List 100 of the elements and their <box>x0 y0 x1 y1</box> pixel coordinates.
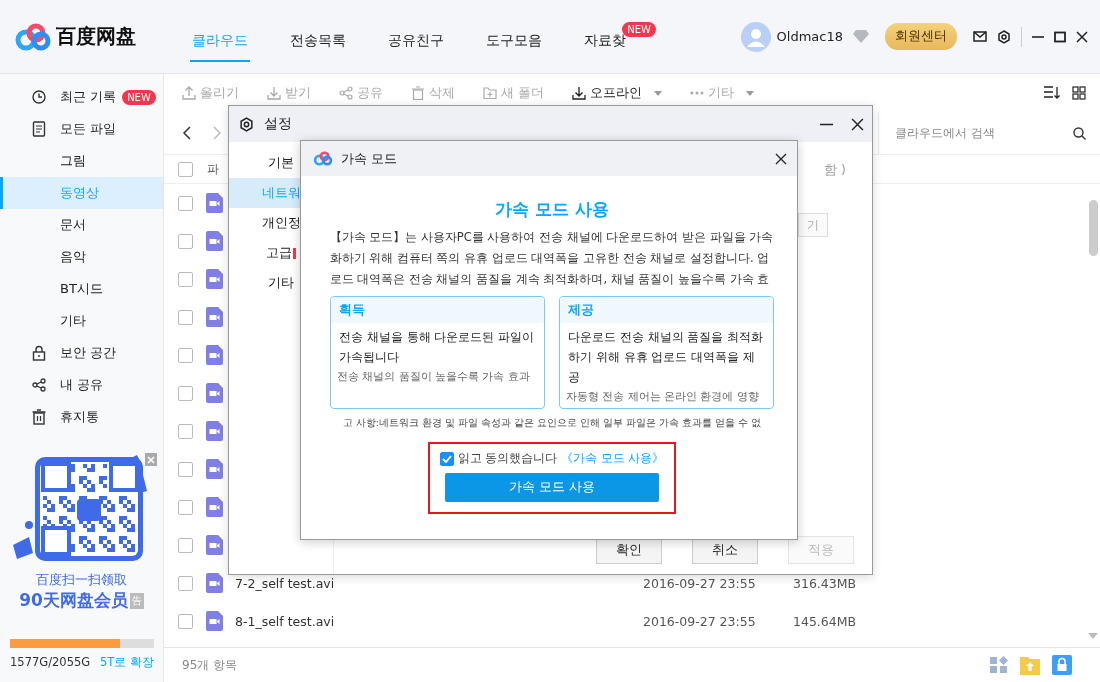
document-icon <box>31 121 47 137</box>
checkbox[interactable] <box>178 537 193 553</box>
video-file-icon <box>206 307 223 327</box>
checkbox[interactable] <box>178 499 193 515</box>
lock-icon[interactable] <box>1052 655 1072 675</box>
download-icon <box>267 86 281 100</box>
toolbar-button[interactable]: 오프라인 <box>572 84 662 102</box>
upload-folder-icon[interactable] <box>1020 655 1040 675</box>
more-icon <box>690 91 704 95</box>
mail-icon[interactable] <box>973 31 987 42</box>
file-name: 8-1_self test.avi <box>235 613 336 629</box>
checkbox[interactable] <box>178 461 193 477</box>
back-icon[interactable] <box>182 126 192 140</box>
sidebar-item[interactable]: 휴지통 <box>0 401 163 433</box>
sort-icon[interactable] <box>1044 86 1060 99</box>
card-title: 획득 <box>331 297 544 323</box>
sidebar-item[interactable]: 문서 <box>0 209 163 241</box>
folder-plus-icon <box>483 86 497 100</box>
dialog-heading: 가속 모드 사용 <box>495 198 609 221</box>
sidebar-item[interactable]: 음악 <box>0 241 163 273</box>
file-name: 7-2_self test.avi <box>235 575 336 591</box>
card-note: 전송 채널의 품질이 높을수록 가속 효과 <box>336 369 531 384</box>
new-badge: NEW <box>122 89 156 105</box>
diamond-icon <box>853 30 869 43</box>
nav-tab[interactable]: 도구모음 <box>484 25 544 62</box>
lock-icon <box>31 345 47 361</box>
nav-tab[interactable]: 공유친구 <box>386 25 446 62</box>
sidebar-item[interactable]: BT시드 <box>0 273 163 305</box>
video-file-icon <box>206 193 223 213</box>
video-file-icon <box>206 573 223 593</box>
video-file-icon <box>206 231 223 251</box>
checkbox[interactable] <box>178 161 193 177</box>
storage-usage: 1577G/2055G <box>10 655 91 670</box>
sidebar-item[interactable]: 모든 파일 <box>0 113 163 145</box>
close-button[interactable] <box>144 453 157 466</box>
scroll-down-icon[interactable] <box>1088 633 1098 639</box>
promo-text: 百度扫一扫领取 <box>36 571 127 589</box>
video-file-icon <box>206 383 223 403</box>
user-name[interactable]: Oldmac18 <box>776 29 843 44</box>
agree-checkbox[interactable] <box>439 451 454 466</box>
modified-date: 2016-09-27 23:55 <box>643 613 757 629</box>
close-icon[interactable] <box>775 152 787 165</box>
settings-icon <box>239 116 254 132</box>
sidebar-item[interactable]: 그림 <box>0 145 163 177</box>
sidebar-item[interactable]: 보안 공간 <box>0 337 163 369</box>
member-center-button[interactable]: 회원센터 <box>885 23 957 50</box>
setting-text: 함 ) <box>824 162 846 179</box>
apps-icon[interactable] <box>990 656 1008 674</box>
forward-icon[interactable] <box>212 126 222 140</box>
description-text: 【가속 모드】는 사용자PC를 사용하여 전송 채널에 다운로드하여 받은 파일을 가속화하기 위해 컴퓨터 쪽의 유휴 업로드 대역폭을 고유한 전송 채널로 설정합니다. 업로드 대역폭은 전송 채널의 품질을 계속 최적화하며, 채널 품질이 높을수록 가속 효 <box>329 229 775 288</box>
checkbox[interactable] <box>178 423 193 439</box>
trash-icon <box>411 86 425 100</box>
checkbox[interactable] <box>178 347 193 363</box>
avatar-icon <box>740 21 771 52</box>
sidebar-item[interactable]: 내 공유 <box>0 369 163 401</box>
checkbox[interactable] <box>178 271 193 287</box>
dialog-title: 설정 <box>264 115 292 133</box>
promo-title: 90天网盘会员 <box>19 589 128 612</box>
download-icon <box>572 86 586 100</box>
checkbox[interactable] <box>178 575 193 591</box>
close-icon[interactable] <box>1076 30 1088 43</box>
maximize-icon[interactable] <box>1054 30 1066 43</box>
clock-icon <box>31 90 47 104</box>
search-field[interactable]: 클라우드에서 검색 <box>893 125 1073 141</box>
video-file-icon <box>206 535 223 555</box>
search-icon[interactable] <box>1073 126 1086 140</box>
upload-icon <box>182 86 196 100</box>
share-icon <box>31 378 47 392</box>
nav-tab[interactable]: 전송목록 <box>288 25 348 62</box>
scrollbar-thumb[interactable] <box>1088 200 1098 256</box>
card-title: 제공 <box>560 297 773 323</box>
video-file-icon <box>206 611 223 631</box>
sidebar-item[interactable]: 기타 <box>0 305 163 337</box>
file-size: 145.64MB <box>793 613 857 629</box>
settings-icon[interactable] <box>997 29 1011 44</box>
card-text: 전송 채널을 통해 다운로드된 파일이 가속됩니다 <box>338 329 536 366</box>
checkbox[interactable] <box>178 233 193 249</box>
notice-text: 고 사항:네트워크 환경 및 파일 속성과 같은 요인으로 인해 일부 파일은 가속 효과를 얻을 수 없 <box>342 417 762 430</box>
sidebar-item[interactable]: 최근 기록 NEW <box>0 81 163 113</box>
dialog-title: 가속 모드 <box>341 149 398 168</box>
app-logo-text: 百度网盘 <box>56 23 136 50</box>
logo-icon <box>14 22 52 51</box>
checkbox[interactable] <box>178 309 193 325</box>
column-header[interactable]: 파 <box>207 160 219 178</box>
grid-view-icon[interactable] <box>1072 86 1086 100</box>
video-file-icon <box>206 497 223 517</box>
checkbox[interactable] <box>178 613 193 629</box>
video-file-icon <box>206 345 223 365</box>
card-text: 다운로드 전송 채널의 품질을 최적화하기 위해 유휴 업로드 대역폭을 제공 <box>567 329 765 386</box>
video-file-icon <box>206 459 223 479</box>
item-count: 95개 항목 <box>182 656 238 674</box>
checkbox[interactable] <box>178 195 193 211</box>
card-note: 자동형 전송 제어는 온라인 환경에 영향 <box>565 389 760 404</box>
video-file-icon <box>206 269 223 289</box>
file-size: 316.43MB <box>793 575 857 591</box>
share-icon <box>339 86 353 100</box>
checkbox[interactable] <box>178 385 193 401</box>
close-icon[interactable] <box>851 117 864 131</box>
agree-text: 읽고 동의했습니다 <box>457 451 558 466</box>
modified-date: 2016-09-27 23:55 <box>643 575 757 591</box>
